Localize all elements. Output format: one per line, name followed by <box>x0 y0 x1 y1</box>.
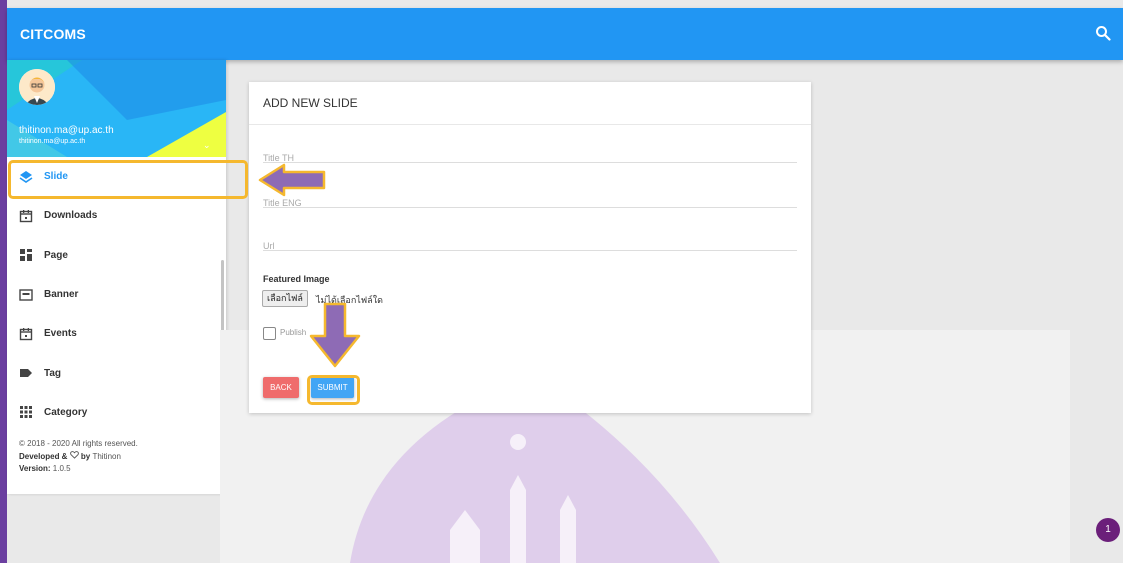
down-arrow-icon <box>309 302 361 368</box>
publish-label: Publish <box>280 328 307 337</box>
sidebar-item-category[interactable]: Category <box>7 393 226 432</box>
apps-grid-icon <box>19 405 33 419</box>
slide-highlight-box <box>8 160 248 199</box>
sidebar-item-banner[interactable]: Banner <box>7 275 226 314</box>
card-title: ADD NEW SLIDE <box>263 96 358 110</box>
featured-image-label: Featured Image <box>263 274 330 284</box>
avatar[interactable] <box>19 69 55 105</box>
title-eng-field[interactable]: Title ENG <box>263 193 797 208</box>
banner-icon <box>19 288 33 302</box>
sidebar-item-page[interactable]: Page <box>7 236 226 275</box>
search-icon[interactable] <box>1095 25 1111 41</box>
sidebar-item-downloads[interactable]: Downloads <box>7 196 226 235</box>
copyright-text: © 2018 - 2020 All rights reserved. <box>19 439 138 448</box>
sidebar-item-tag[interactable]: Tag <box>7 353 226 392</box>
sidebar-item-label: Downloads <box>44 210 98 222</box>
card-header: ADD NEW SLIDE <box>249 82 811 125</box>
left-arrow-icon <box>258 163 326 197</box>
profile-header: thitinon.ma@up.ac.th thitinon.ma@up.ac.t… <box>7 60 226 157</box>
sidebar-item-label: Category <box>44 406 88 418</box>
sidebar-footer: © 2018 - 2020 All rights reserved. Devel… <box>19 438 138 476</box>
sidebar: thitinon.ma@up.ac.th thitinon.ma@up.ac.t… <box>7 60 226 494</box>
heart-icon <box>69 450 79 459</box>
title-th-field[interactable]: Title TH <box>263 148 797 163</box>
chevron-down-icon[interactable]: ⌄ <box>203 140 211 151</box>
calendar-icon <box>19 327 33 341</box>
back-button[interactable]: BACK <box>263 377 299 398</box>
sidebar-item-events[interactable]: Events <box>7 314 226 353</box>
profile-email: thitinon.ma@up.ac.th <box>19 125 114 136</box>
developed-by-text: Developed & by Thitinon <box>19 450 121 461</box>
app-bar: CITCOMS <box>7 8 1123 60</box>
notification-badge[interactable]: 1 <box>1096 518 1120 542</box>
sidebar-item-label: Page <box>44 249 68 261</box>
calendar-icon <box>19 209 33 223</box>
app-title: CITCOMS <box>20 26 86 42</box>
profile-email-secondary: thitinon.ma@up.ac.th <box>19 138 86 145</box>
submit-highlight-box <box>307 375 360 405</box>
sidebar-item-label: Banner <box>44 289 79 301</box>
window-frame <box>0 0 7 563</box>
url-field[interactable]: Url <box>263 236 797 251</box>
sidebar-scrollbar[interactable] <box>221 260 224 332</box>
sidebar-item-label: Events <box>44 328 77 340</box>
publish-checkbox[interactable] <box>263 327 276 340</box>
version-text: Version: 1.0.5 <box>19 464 71 473</box>
dashboard-icon <box>19 248 33 262</box>
choose-file-button[interactable]: เลือกไฟล์ <box>262 290 308 307</box>
tag-icon <box>19 366 33 380</box>
sidebar-item-label: Tag <box>44 367 62 379</box>
